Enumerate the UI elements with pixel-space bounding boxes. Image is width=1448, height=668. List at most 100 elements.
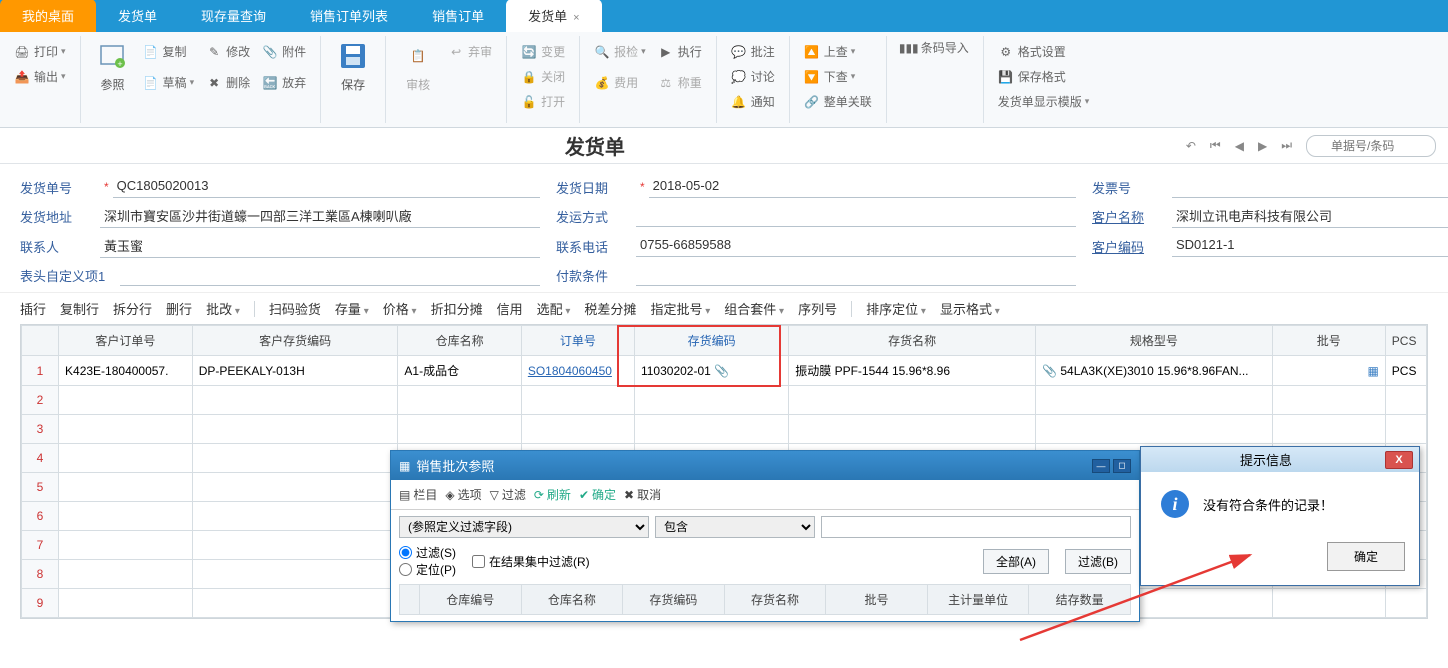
field-contact[interactable]: 黃玉蜜 [100, 234, 540, 258]
maximize-button[interactable]: ◻ [1113, 459, 1131, 473]
open-button[interactable]: 🔓打开 [515, 90, 571, 113]
approve-button[interactable]: 💬批注 [725, 40, 781, 63]
tb-price[interactable]: 价格 [383, 299, 417, 318]
tb-serial[interactable]: 序列号 [798, 299, 837, 318]
prev-icon[interactable]: ◀ [1231, 137, 1248, 155]
col-itemname[interactable]: 存货名称 [789, 326, 1036, 356]
delete-button[interactable]: ✖删除 [200, 71, 256, 94]
filter-button[interactable]: ▽ 过滤 [490, 486, 526, 503]
col-custitem[interactable]: 客户存货编码 [192, 326, 398, 356]
first-icon[interactable]: ⏮ [1206, 136, 1225, 155]
col-custorder[interactable]: 客户订单号 [59, 326, 193, 356]
table-row[interactable]: 2 [22, 386, 1427, 415]
col-orderno[interactable]: 订单号 [521, 326, 634, 356]
tb-tax[interactable]: 税差分摊 [584, 299, 636, 318]
tb-scan[interactable]: 扫码验货 [269, 299, 321, 318]
check-inresult[interactable]: 在结果集中过滤(R) [472, 553, 590, 570]
saveformat-button[interactable]: 💾保存格式 [992, 65, 1096, 88]
field-tel[interactable]: 0755-66859588 [636, 235, 1076, 257]
draft-button[interactable]: 📄草稿 [137, 71, 201, 94]
search-input[interactable] [1306, 135, 1436, 157]
cost-button[interactable]: 💰费用 [588, 71, 652, 94]
tb-delrow[interactable]: 删行 [166, 299, 192, 318]
discard-button[interactable]: 🔙放弃 [256, 71, 312, 94]
close-icon[interactable]: × [573, 12, 579, 24]
filterfield-select[interactable]: (参照定义过滤字段) [399, 516, 649, 538]
abandon-button[interactable]: ↩弃审 [442, 40, 498, 63]
radio-locate[interactable]: 定位(P) [399, 561, 456, 578]
tb-discount[interactable]: 折扣分摊 [431, 299, 483, 318]
tb-pick[interactable]: 选配 [537, 299, 571, 318]
col-rownum[interactable] [22, 326, 59, 356]
field-pay[interactable] [636, 264, 1076, 286]
export-button[interactable]: 📤输出 [8, 65, 72, 88]
tb-batch[interactable]: 批改 [206, 299, 240, 318]
tb-stock[interactable]: 存量 [335, 299, 369, 318]
alert-ok-button[interactable]: 确定 [1327, 542, 1405, 571]
tb-combo[interactable]: 组合套件 [724, 299, 784, 318]
table-row[interactable]: 3 [22, 415, 1427, 444]
cancel-button[interactable]: ✖ 取消 [624, 486, 661, 503]
save-button[interactable]: 保存 [329, 36, 377, 97]
field-custom[interactable] [120, 264, 540, 286]
reference-button[interactable]: +参照 [89, 36, 137, 97]
last-icon[interactable]: ⏭ [1277, 136, 1296, 155]
tb-copyrow[interactable]: 复制行 [60, 299, 99, 318]
notify-button[interactable]: 🔔通知 [725, 90, 781, 113]
lookup-button[interactable]: 🔼上查 [798, 40, 878, 63]
close-button[interactable]: 🔒关闭 [515, 65, 571, 88]
audit-button[interactable]: 📋审核 [394, 36, 442, 97]
alert-close-button[interactable]: X [1385, 451, 1413, 469]
copy-button[interactable]: 📄复制 [137, 40, 201, 63]
execute-button[interactable]: ▶执行 [652, 40, 708, 63]
tb-splitrow[interactable]: 拆分行 [113, 299, 152, 318]
filter-value-input[interactable] [821, 516, 1131, 538]
tb-lot[interactable]: 指定批号 [650, 299, 710, 318]
minimize-button[interactable]: — [1092, 459, 1110, 473]
format-button[interactable]: ⚙格式设置 [992, 40, 1096, 63]
field-no[interactable]: QC1805020013 [113, 176, 540, 198]
col-itemcode[interactable]: 存货编码 [634, 326, 788, 356]
tb-display[interactable]: 显示格式 [940, 299, 1000, 318]
ok-button[interactable]: ✔ 确定 [579, 486, 616, 503]
options-button[interactable]: ◈ 选项 [445, 486, 481, 503]
inspect-button[interactable]: 🔍报检 [588, 40, 652, 63]
col-lot[interactable]: 批号 [1272, 326, 1385, 356]
adjust-button[interactable]: 🔗整单关联 [798, 90, 878, 113]
tab-shipment-active[interactable]: 发货单× [506, 0, 601, 32]
col-unit[interactable]: PCS [1385, 326, 1426, 356]
field-date[interactable]: 2018-05-02 [649, 176, 1076, 198]
col-spec[interactable]: 规格型号 [1036, 326, 1273, 356]
field-cust[interactable]: 深圳立讯电声科技有限公司 [1172, 204, 1448, 228]
tb-credit[interactable]: 信用 [497, 299, 523, 318]
tab-desktop[interactable]: 我的桌面 [0, 0, 96, 32]
label-code[interactable]: 客户编码 [1092, 237, 1172, 256]
col-warehouse[interactable]: 仓库名称 [398, 326, 521, 356]
radio-filter[interactable]: 过滤(S) [399, 544, 456, 561]
field-addr[interactable]: 深圳市寶安區沙井街道蠔一四部三洋工業區A棟喇叭廠 [100, 204, 540, 228]
dofilter-button[interactable]: 过滤(B) [1065, 549, 1131, 574]
field-invoice[interactable] [1172, 176, 1448, 198]
weigh-button[interactable]: ⚖称重 [652, 71, 708, 94]
tab-stock[interactable]: 现存量查询 [179, 0, 288, 32]
modify-button[interactable]: ✎修改 [200, 40, 256, 63]
undo-icon[interactable]: ↶ [1182, 137, 1200, 155]
discuss-button[interactable]: 💭讨论 [725, 65, 781, 88]
template-button[interactable]: 发货单显示模版 [992, 90, 1096, 113]
condition-select[interactable]: 包含 [655, 516, 815, 538]
barcode-button[interactable]: ▮▮▮条码导入 [895, 36, 975, 59]
print-button[interactable]: 🖨打印 [8, 40, 72, 63]
change-button[interactable]: 🔄变更 [515, 40, 571, 63]
tab-order[interactable]: 销售订单 [410, 0, 506, 32]
attach-button[interactable]: 📎附件 [256, 40, 312, 63]
lookdown-button[interactable]: 🔽下查 [798, 65, 878, 88]
all-button[interactable]: 全部(A) [983, 549, 1049, 574]
refresh-button[interactable]: ⟳ 刷新 [534, 486, 571, 503]
tab-orderlist[interactable]: 销售订单列表 [288, 0, 410, 32]
tb-sort[interactable]: 排序定位 [866, 299, 926, 318]
columns-button[interactable]: ▤ 栏目 [399, 486, 437, 503]
next-icon[interactable]: ▶ [1254, 137, 1271, 155]
tab-shipment[interactable]: 发货单 [96, 0, 179, 32]
tb-insert[interactable]: 插行 [20, 299, 46, 318]
field-ship[interactable] [636, 205, 1076, 227]
